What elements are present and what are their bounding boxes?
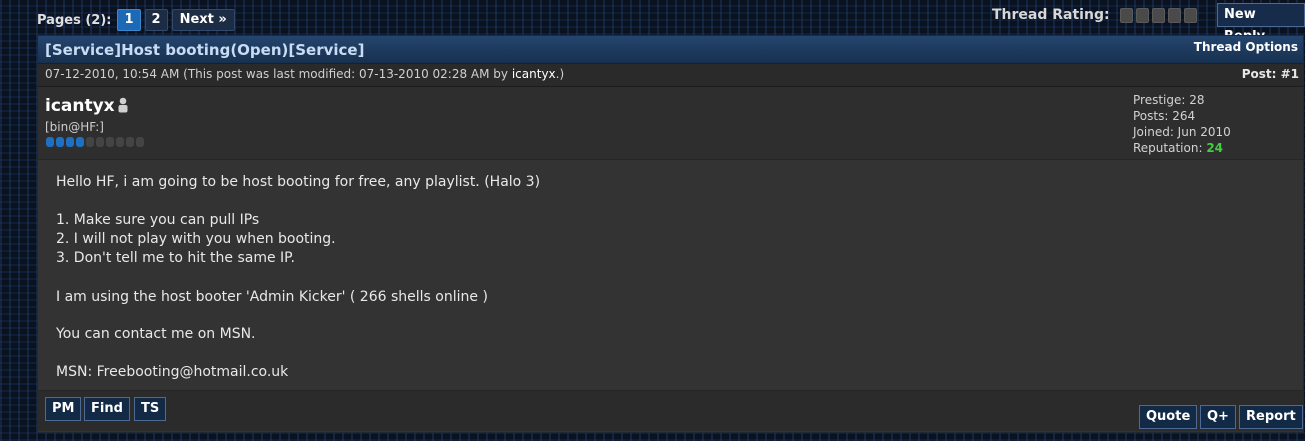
post-body-line: 2. I will not play with you when booting… [56, 231, 336, 247]
reputation-segment [126, 137, 134, 147]
author-joined: Joined: Jun 2010 [1133, 125, 1231, 139]
post-body-line: 1. Make sure you can pull IPs [56, 212, 260, 228]
post-footer: PM Find TS Quote Q+ Report [38, 390, 1303, 431]
top-bar: Pages (2): 1 2 Next » Thread Rating: New… [0, 0, 1305, 44]
post-meta: 07-12-2010, 10:54 AM (This post was last… [38, 64, 1303, 87]
post-body-line: MSN: Freebooting@hotmail.co.uk [56, 364, 289, 380]
offline-user-icon [118, 97, 128, 113]
reputation-segment [66, 137, 74, 147]
post-date-text: 07-12-2010, 10:54 AM (This post was last… [45, 67, 512, 81]
reputation-segment [56, 137, 64, 147]
author-stats: Prestige: 28 Posts: 264 Joined: Jun 2010… [1133, 92, 1231, 156]
reputation-segment [106, 137, 114, 147]
reputation-segment [76, 137, 84, 147]
rating-star-5-icon[interactable] [1183, 7, 1197, 23]
rating-star-3-icon[interactable] [1151, 7, 1165, 23]
thread-header: [Service]Host booting(Open)[Service] Thr… [38, 36, 1303, 64]
report-button[interactable]: Report [1239, 405, 1303, 429]
pagination-label: Pages (2): [37, 12, 112, 28]
multi-quote-button[interactable]: Q+ [1200, 405, 1236, 429]
post-body: Hello HF, i am going to be host booting … [38, 160, 1303, 384]
reputation-segment [136, 137, 144, 147]
author-prestige: Prestige: 28 [1133, 93, 1205, 107]
quote-button[interactable]: Quote [1139, 405, 1198, 429]
author-panel: icantyx [bin@HF:] Prestige: 28 Posts: 26… [38, 87, 1303, 160]
reputation-bar [46, 137, 144, 147]
post-date: 07-12-2010, 10:54 AM (This post was last… [45, 67, 564, 81]
thread-options-button[interactable]: Thread Options [1194, 40, 1298, 54]
ts-button[interactable]: TS [134, 397, 167, 421]
rating-star-1-icon[interactable] [1119, 7, 1133, 23]
page-2-link[interactable]: 2 [144, 9, 168, 31]
pagination: Pages (2): 1 2 Next » [37, 9, 235, 31]
post-body-line: I am using the host booter 'Admin Kicker… [56, 289, 488, 305]
post-body-line: You can contact me on MSN. [56, 326, 256, 342]
reputation-segment [86, 137, 94, 147]
thread-rating-label: Thread Rating: [992, 7, 1110, 23]
post-body-line: Hello HF, i am going to be host booting … [56, 174, 541, 190]
reputation-segment [46, 137, 54, 147]
author-reputation: Reputation: 24 [1133, 140, 1231, 156]
author-username[interactable]: icantyx [45, 96, 115, 116]
reputation-label: Reputation: [1133, 141, 1207, 155]
new-reply-button[interactable]: New Reply [1217, 3, 1305, 44]
post-container: [Service]Host booting(Open)[Service] Thr… [37, 35, 1304, 433]
modified-by-link[interactable]: icantyx [512, 67, 556, 81]
page-1-link[interactable]: 1 [117, 9, 141, 31]
reputation-value-link[interactable]: 24 [1206, 141, 1223, 155]
post-number-link[interactable]: Post: #1 [1242, 67, 1299, 81]
thread-rating: Thread Rating: [992, 7, 1200, 23]
pm-button[interactable]: PM [45, 397, 82, 421]
author-usertitle: [bin@HF:] [45, 120, 104, 134]
find-button[interactable]: Find [84, 397, 130, 421]
post-body-line: 3. Don't tell me to hit the same IP. [56, 250, 295, 266]
next-page-link[interactable]: Next » [171, 9, 235, 31]
reputation-segment [96, 137, 104, 147]
rating-star-2-icon[interactable] [1135, 7, 1149, 23]
rating-star-4-icon[interactable] [1167, 7, 1181, 23]
reputation-segment [116, 137, 124, 147]
post-date-suffix: .) [555, 67, 565, 81]
author-posts: Posts: 264 [1133, 109, 1196, 123]
thread-title: [Service]Host booting(Open)[Service] [45, 41, 365, 59]
